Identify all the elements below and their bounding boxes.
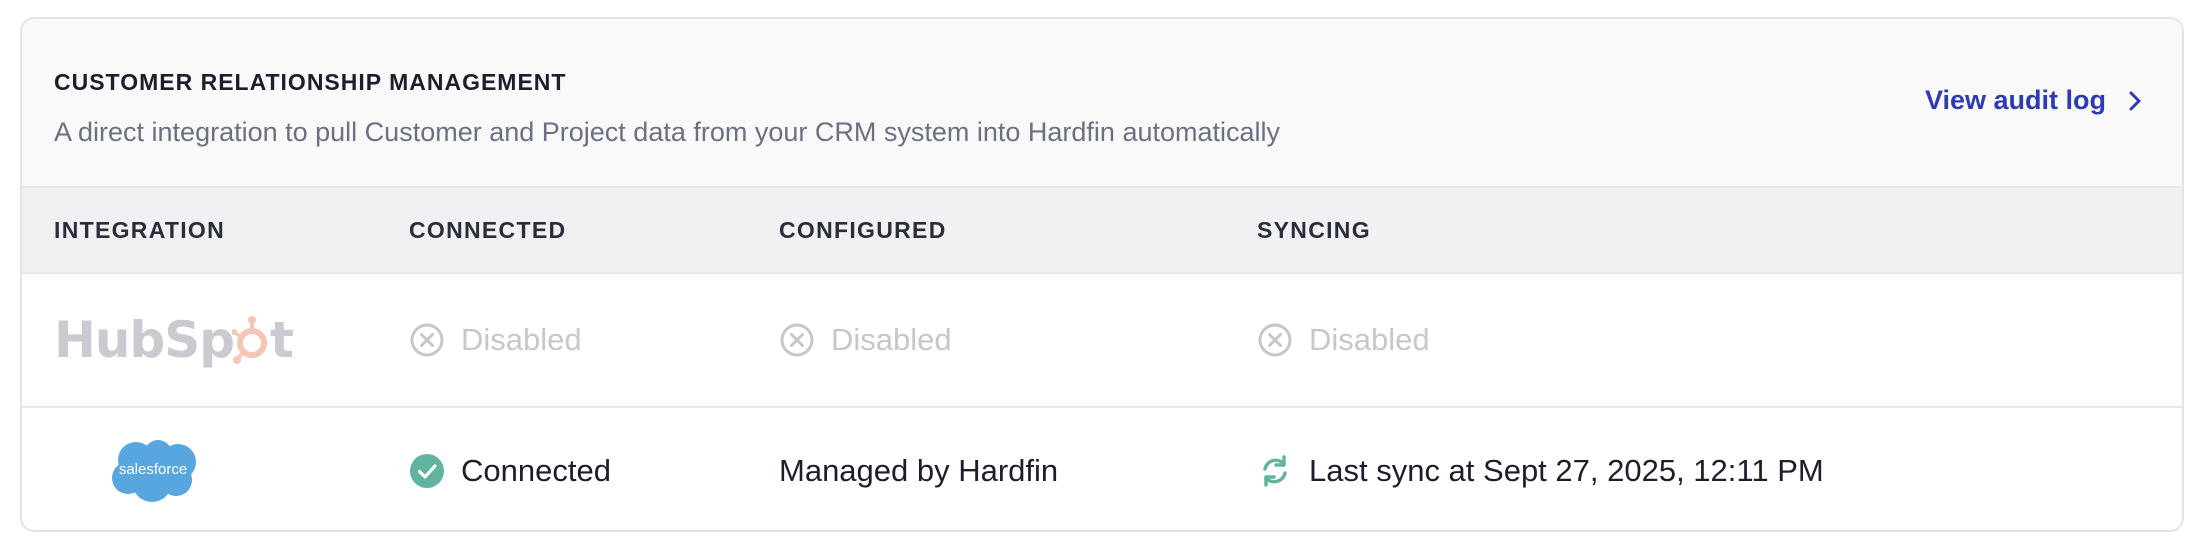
configured-cell: Managed by Hardfin [779, 408, 1059, 530]
salesforce-cloud-logo: salesforce [106, 438, 200, 504]
configured-status: Managed by Hardfin [779, 453, 1059, 488]
view-audit-log-label: View audit log [1924, 85, 2106, 115]
table-row-hubspot: HubSp t Disabled Disabled Disabled [22, 274, 2182, 408]
view-audit-log-link[interactable]: View audit log [1925, 85, 2142, 116]
syncing-status: Disabled [1309, 322, 1430, 357]
chevron-right-icon [2128, 90, 2142, 112]
syncing-cell: Last sync at Sept 27, 2025, 12:11 PM [1257, 408, 1824, 530]
configured-cell: Disabled [779, 274, 952, 406]
check-circle-icon [409, 453, 445, 489]
syncing-status: Last sync at Sept 27, 2025, 12:11 PM [1309, 453, 1824, 488]
x-circle-icon [409, 322, 445, 358]
configured-status: Disabled [831, 322, 952, 357]
column-header-connected: CONNECTED [409, 217, 567, 243]
section-title: CUSTOMER RELATIONSHIP MANAGEMENT [54, 69, 567, 95]
table-row-salesforce: salesforce Connected Managed by Hardfin [22, 408, 2182, 530]
integration-cell: HubSp t [54, 274, 294, 406]
x-circle-icon [779, 322, 815, 358]
hubspot-logo: HubSp t [54, 311, 294, 369]
connected-status: Connected [461, 453, 611, 488]
column-header-configured: CONFIGURED [779, 217, 947, 243]
section-description: A direct integration to pull Customer an… [54, 117, 1281, 147]
table-header: INTEGRATION CONNECTED CONFIGURED SYNCING [22, 188, 2182, 274]
connected-status: Disabled [461, 322, 582, 357]
sync-icon [1257, 453, 1293, 489]
column-header-integration: INTEGRATION [54, 217, 226, 243]
crm-integration-card: CUSTOMER RELATIONSHIP MANAGEMENT A direc… [20, 17, 2184, 532]
connected-cell: Connected [409, 408, 611, 530]
integration-cell: salesforce [106, 408, 200, 530]
card-header: CUSTOMER RELATIONSHIP MANAGEMENT A direc… [22, 19, 2182, 188]
syncing-cell: Disabled [1257, 274, 1430, 406]
connected-cell: Disabled [409, 274, 582, 406]
column-header-syncing: SYNCING [1257, 217, 1371, 243]
salesforce-logo-text: salesforce [119, 461, 187, 478]
x-circle-icon [1257, 322, 1293, 358]
